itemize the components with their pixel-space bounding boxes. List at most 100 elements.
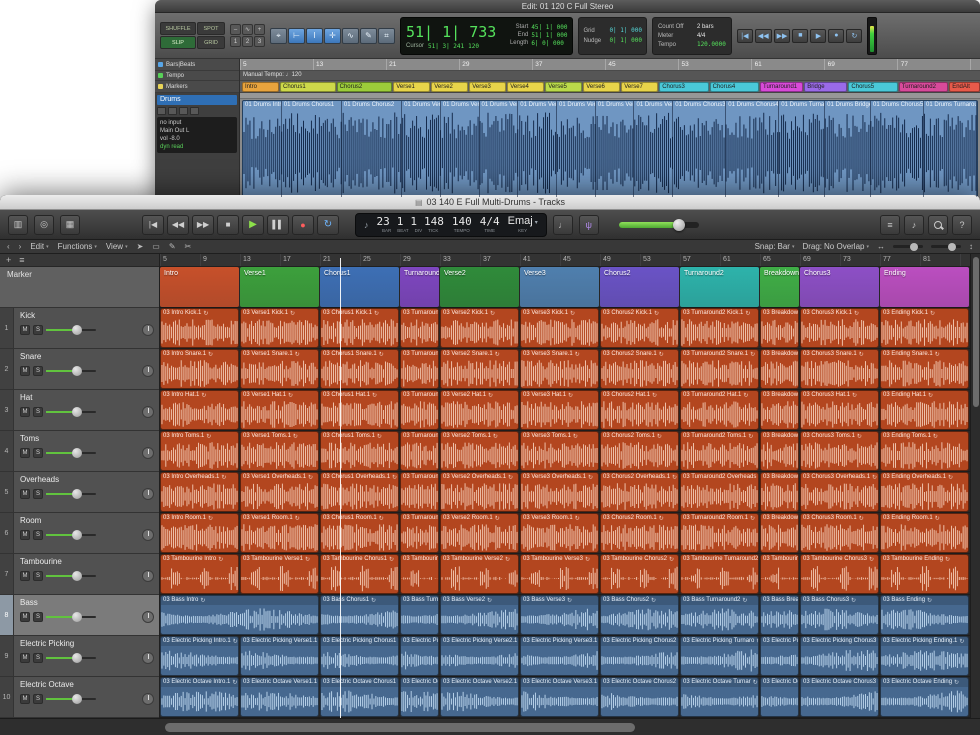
volume-thumb[interactable] (72, 694, 82, 704)
region-overheads-3[interactable]: 03 Turnaround Overheads.1↻ (400, 472, 439, 512)
functions-menu[interactable]: Functions▾ (58, 242, 97, 251)
region-toms-1[interactable]: 03 Verse1 Toms.1↻ (240, 431, 319, 471)
pan-knob[interactable] (142, 365, 154, 377)
horizontal-scrollbar[interactable] (0, 718, 980, 735)
region-hat-5[interactable]: 03 Verse3 Hat.1↻ (520, 390, 599, 430)
pause-button[interactable]: ▌▌ (267, 215, 289, 235)
region-electric-octave-8[interactable]: 03 Electric Octave Breakdown↻ (760, 677, 799, 717)
region-hat-8[interactable]: 03 Breakdown Hat.1↻ (760, 390, 799, 430)
region-overheads-6[interactable]: 03 Chorus2 Overheads.1↻ (600, 472, 679, 512)
section-chorus3[interactable]: Chorus3 (800, 267, 879, 307)
mute-button[interactable]: M (20, 653, 30, 663)
region-snare-4[interactable]: 03 Verse2 Snare.1↻ (440, 349, 519, 389)
section-intro[interactable]: Intro (160, 267, 239, 307)
section-turnaround[interactable]: Turnaround (400, 267, 439, 307)
region-room-2[interactable]: 03 Chorus1 Room.1↻ (320, 513, 399, 553)
solo-button[interactable]: S (33, 407, 43, 417)
zoom-in-button[interactable]: + (254, 24, 265, 35)
marker-chip-turnaround1[interactable]: Turnaround1 (760, 82, 803, 92)
vertical-scroll-thumb[interactable] (973, 257, 979, 407)
region-bass-5[interactable]: 03 Bass Chorus2↻ (600, 595, 679, 635)
marker-chip-intro[interactable]: Intro (242, 82, 279, 92)
region-overheads-4[interactable]: 03 Verse2 Overheads.1↻ (440, 472, 519, 512)
region-snare-7[interactable]: 03 Turnaround2 Snare.1↻ (680, 349, 759, 389)
region-room-10[interactable]: 03 Ending Room.1↻ (880, 513, 969, 553)
selection-length[interactable]: 6| 0| 000 (531, 40, 564, 47)
region-tambourine-3[interactable]: 03 Tambourine Turnaround↻ (400, 554, 439, 594)
region-electric-octave-3[interactable]: 03 Electric Octave Turnaround↻ (400, 677, 439, 717)
back-icon[interactable]: ‹ (7, 242, 10, 251)
view-menu[interactable]: View▾ (106, 242, 128, 251)
pan-knob[interactable] (142, 570, 154, 582)
region-electric-octave-7[interactable]: 03 Electric Octave Turnar↻ (680, 677, 759, 717)
region-bass-2[interactable]: 03 Bass Turnaround↻ (400, 595, 439, 635)
pt-region-0[interactable]: 01 Drums Intro (243, 101, 282, 197)
region-room-9[interactable]: 03 Chorus3 Room.1↻ (800, 513, 879, 553)
mute-button[interactable]: M (20, 489, 30, 499)
playhead[interactable] (340, 258, 341, 718)
marquee-tool-icon[interactable]: ▭ (152, 242, 160, 251)
pt-region-1[interactable]: 01 Drums Chorus1 (282, 101, 342, 197)
track-header-bass[interactable]: 8BassMS (0, 595, 159, 636)
region-room-3[interactable]: 03 Turnaround Room.1↻ (400, 513, 439, 553)
region-overheads-10[interactable]: 03 Ending Overheads.1↻ (880, 472, 969, 512)
zoom-preset-1[interactable]: 1 (230, 36, 241, 47)
region-kick-3[interactable]: 03 Turnaround Kick.1↻ (400, 308, 439, 348)
region-kick-5[interactable]: 03 Verse3 Kick.1↻ (520, 308, 599, 348)
region-kick-10[interactable]: 03 Ending Kick.1↻ (880, 308, 969, 348)
section-breakdown[interactable]: Breakdown (760, 267, 799, 307)
tuner-icon[interactable]: ψ (579, 215, 599, 235)
mute-button[interactable] (190, 107, 199, 115)
zoom-out-button[interactable]: – (230, 24, 241, 35)
pt-region-12[interactable]: 01 Drums Turnaround1 (779, 101, 825, 197)
region-electric-picking-7[interactable]: 03 Electric Picking Turnaro↻ (680, 636, 759, 676)
track-name[interactable]: Drums (157, 95, 237, 105)
volume-slider[interactable] (46, 448, 96, 459)
pt-region-3[interactable]: 01 Drums Verse1 (402, 101, 441, 197)
marker-chip-verse6[interactable]: Verse6 (583, 82, 620, 92)
section-chorus2[interactable]: Chorus2 (600, 267, 679, 307)
track-header-electric-picking[interactable]: 9Electric PickingMS (0, 636, 159, 677)
marker-chip-verse2[interactable]: Verse2 (431, 82, 468, 92)
horizontal-scroll-thumb[interactable] (165, 723, 635, 732)
region-snare-9[interactable]: 03 Chorus3 Snare.1↻ (800, 349, 879, 389)
solo-button[interactable]: S (33, 325, 43, 335)
region-overheads-5[interactable]: 03 Verse3 Overheads.1↻ (520, 472, 599, 512)
marker-chip-bridge[interactable]: Bridge (804, 82, 847, 92)
region-electric-octave-1[interactable]: 03 Electric Octave Verse1.1↻ (240, 677, 319, 717)
drag-menu[interactable]: Drag:No Overlap▾ (802, 242, 869, 251)
pt-region-11[interactable]: 01 Drums Chorus4 (726, 101, 779, 197)
marker-chip-verse4[interactable]: Verse4 (507, 82, 544, 92)
solo-button[interactable] (179, 107, 188, 115)
volume-slider[interactable] (46, 325, 96, 336)
marker-chip-chorus5[interactable]: Chorus5 (848, 82, 897, 92)
main-counter-value[interactable]: 51| 1| 733 (406, 22, 496, 42)
play-button[interactable]: ▶ (810, 29, 826, 43)
pt-region-13[interactable]: 01 Drums Bridge (825, 101, 871, 197)
track-header-snare[interactable]: 2SnareMS (0, 349, 159, 390)
region-snare-10[interactable]: 03 Ending Snare.1↻ (880, 349, 969, 389)
pt-region-4[interactable]: 01 Drums Verse2 (441, 101, 480, 197)
meter-value[interactable]: 4/4 (697, 32, 705, 40)
track-header-room[interactable]: 6RoomMS (0, 513, 159, 554)
region-electric-octave-4[interactable]: 03 Electric Octave Verse2.1↻ (440, 677, 519, 717)
bar-ruler[interactable]: 59131721252933374145495357616569737781 (160, 254, 970, 267)
nudge-value[interactable]: 0| 1| 000 (609, 37, 642, 45)
volume-slider[interactable] (46, 366, 96, 377)
mute-button[interactable]: M (20, 407, 30, 417)
region-overheads-8[interactable]: 03 Breakdown Overheads.1↻ (760, 472, 799, 512)
snap-menu[interactable]: Snap:Bar▾ (755, 242, 795, 251)
region-tambourine-9[interactable]: 03 Tambourine Chorus3↻ (800, 554, 879, 594)
edit-tool-4[interactable]: ∿ (342, 28, 359, 44)
pan-knob[interactable] (142, 447, 154, 459)
region-tambourine-0[interactable]: 03 Tambourine Intro↻ (160, 554, 239, 594)
edit-tool-5[interactable]: ✎ (360, 28, 377, 44)
mute-button[interactable]: M (20, 530, 30, 540)
region-overheads-7[interactable]: 03 Turnaround2 Overheads↻ (680, 472, 759, 512)
vertical-zoom-slider[interactable] (931, 245, 961, 248)
marker-chip-verse3[interactable]: Verse3 (469, 82, 506, 92)
region-room-7[interactable]: 03 Turnaround2 Room.1↻ (680, 513, 759, 553)
region-room-4[interactable]: 03 Verse2 Room.1↻ (440, 513, 519, 553)
stop-button[interactable]: ■ (217, 215, 239, 235)
region-overheads-2[interactable]: 03 Chorus1 Overheads.1↻ (320, 472, 399, 512)
